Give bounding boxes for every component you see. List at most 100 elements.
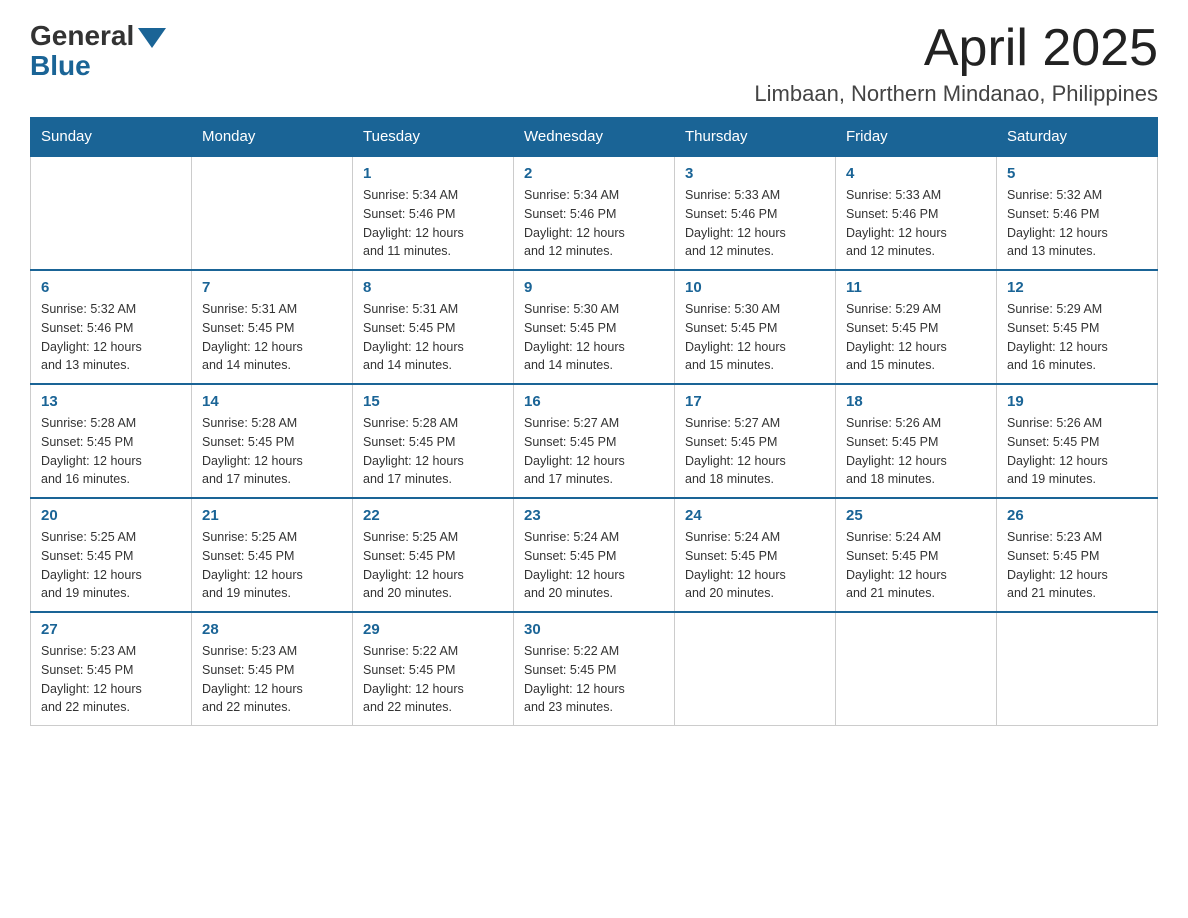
day-header-friday: Friday	[836, 118, 997, 157]
day-header-sunday: Sunday	[31, 118, 192, 157]
day-number: 13	[41, 393, 181, 410]
calendar-cell: 22 Sunrise: 5:25 AM Sunset: 5:45 PM Dayli…	[353, 498, 514, 612]
day-number: 22	[363, 507, 503, 524]
calendar-cell: 17 Sunrise: 5:27 AM Sunset: 5:45 PM Dayli…	[675, 384, 836, 498]
day-number: 16	[524, 393, 664, 410]
day-number: 4	[846, 165, 986, 182]
day-info: Sunrise: 5:33 AM Sunset: 5:46 PM Dayligh…	[846, 186, 986, 261]
day-number: 5	[1007, 165, 1147, 182]
day-number: 17	[685, 393, 825, 410]
calendar-cell: 19 Sunrise: 5:26 AM Sunset: 5:45 PM Dayli…	[997, 384, 1158, 498]
calendar-table: SundayMondayTuesdayWednesdayThursdayFrid…	[30, 117, 1158, 726]
day-number: 1	[363, 165, 503, 182]
day-number: 25	[846, 507, 986, 524]
week-row-3: 13 Sunrise: 5:28 AM Sunset: 5:45 PM Dayli…	[31, 384, 1158, 498]
day-header-saturday: Saturday	[997, 118, 1158, 157]
day-number: 21	[202, 507, 342, 524]
day-header-wednesday: Wednesday	[514, 118, 675, 157]
calendar-cell: 8 Sunrise: 5:31 AM Sunset: 5:45 PM Daylig…	[353, 270, 514, 384]
day-info: Sunrise: 5:26 AM Sunset: 5:45 PM Dayligh…	[1007, 414, 1147, 489]
day-info: Sunrise: 5:27 AM Sunset: 5:45 PM Dayligh…	[685, 414, 825, 489]
calendar-cell: 10 Sunrise: 5:30 AM Sunset: 5:45 PM Dayli…	[675, 270, 836, 384]
day-info: Sunrise: 5:25 AM Sunset: 5:45 PM Dayligh…	[363, 528, 503, 603]
calendar-cell: 13 Sunrise: 5:28 AM Sunset: 5:45 PM Dayli…	[31, 384, 192, 498]
week-row-2: 6 Sunrise: 5:32 AM Sunset: 5:46 PM Daylig…	[31, 270, 1158, 384]
calendar-cell: 30Sunrise: 5:22 AM Sunset: 5:45 PM Dayli…	[514, 612, 675, 726]
day-info: Sunrise: 5:30 AM Sunset: 5:45 PM Dayligh…	[685, 300, 825, 375]
day-number: 11	[846, 279, 986, 296]
day-info: Sunrise: 5:29 AM Sunset: 5:45 PM Dayligh…	[846, 300, 986, 375]
day-info: Sunrise: 5:22 AM Sunset: 5:45 PM Dayligh…	[363, 642, 503, 717]
calendar-cell: 23Sunrise: 5:24 AM Sunset: 5:45 PM Dayli…	[514, 498, 675, 612]
calendar-cell	[675, 612, 836, 726]
day-number: 26	[1007, 507, 1147, 524]
day-number: 10	[685, 279, 825, 296]
calendar-cell: 24 Sunrise: 5:24 AM Sunset: 5:45 PM Dayli…	[675, 498, 836, 612]
day-info: Sunrise: 5:32 AM Sunset: 5:46 PM Dayligh…	[41, 300, 181, 375]
day-info: Sunrise: 5:34 AM Sunset: 5:46 PM Dayligh…	[524, 186, 664, 261]
calendar-cell	[997, 612, 1158, 726]
day-info: Sunrise: 5:32 AM Sunset: 5:46 PM Dayligh…	[1007, 186, 1147, 261]
month-title: April 2025	[754, 20, 1158, 77]
day-info: Sunrise: 5:22 AM Sunset: 5:45 PM Dayligh…	[524, 642, 664, 717]
calendar-cell	[31, 156, 192, 270]
day-info: Sunrise: 5:28 AM Sunset: 5:45 PM Dayligh…	[363, 414, 503, 489]
day-number: 12	[1007, 279, 1147, 296]
day-info: Sunrise: 5:33 AM Sunset: 5:46 PM Dayligh…	[685, 186, 825, 261]
day-info: Sunrise: 5:27 AM Sunset: 5:45 PM Dayligh…	[524, 414, 664, 489]
calendar-cell: 18Sunrise: 5:26 AM Sunset: 5:45 PM Dayli…	[836, 384, 997, 498]
calendar-cell: 9 Sunrise: 5:30 AM Sunset: 5:45 PM Daylig…	[514, 270, 675, 384]
calendar-cell: 6 Sunrise: 5:32 AM Sunset: 5:46 PM Daylig…	[31, 270, 192, 384]
day-info: Sunrise: 5:24 AM Sunset: 5:45 PM Dayligh…	[524, 528, 664, 603]
day-info: Sunrise: 5:24 AM Sunset: 5:45 PM Dayligh…	[846, 528, 986, 603]
calendar-cell: 20 Sunrise: 5:25 AM Sunset: 5:45 PM Dayli…	[31, 498, 192, 612]
location-title: Limbaan, Northern Mindanao, Philippines	[754, 81, 1158, 107]
day-header-tuesday: Tuesday	[353, 118, 514, 157]
calendar-cell: 16 Sunrise: 5:27 AM Sunset: 5:45 PM Dayli…	[514, 384, 675, 498]
calendar-cell	[192, 156, 353, 270]
day-number: 2	[524, 165, 664, 182]
calendar-cell: 28Sunrise: 5:23 AM Sunset: 5:45 PM Dayli…	[192, 612, 353, 726]
calendar-cell: 5 Sunrise: 5:32 AM Sunset: 5:46 PM Daylig…	[997, 156, 1158, 270]
calendar-cell: 29 Sunrise: 5:22 AM Sunset: 5:45 PM Dayli…	[353, 612, 514, 726]
calendar-cell: 1Sunrise: 5:34 AM Sunset: 5:46 PM Daylig…	[353, 156, 514, 270]
logo-arrow-icon	[138, 28, 166, 48]
calendar-cell	[836, 612, 997, 726]
calendar-cell: 25 Sunrise: 5:24 AM Sunset: 5:45 PM Dayli…	[836, 498, 997, 612]
day-info: Sunrise: 5:28 AM Sunset: 5:45 PM Dayligh…	[41, 414, 181, 489]
day-number: 15	[363, 393, 503, 410]
day-number: 8	[363, 279, 503, 296]
day-number: 18	[846, 393, 986, 410]
day-info: Sunrise: 5:31 AM Sunset: 5:45 PM Dayligh…	[202, 300, 342, 375]
day-number: 29	[363, 621, 503, 638]
calendar-cell: 12Sunrise: 5:29 AM Sunset: 5:45 PM Dayli…	[997, 270, 1158, 384]
day-number: 20	[41, 507, 181, 524]
day-number: 6	[41, 279, 181, 296]
day-info: Sunrise: 5:31 AM Sunset: 5:45 PM Dayligh…	[363, 300, 503, 375]
calendar-cell: 14Sunrise: 5:28 AM Sunset: 5:45 PM Dayli…	[192, 384, 353, 498]
day-info: Sunrise: 5:30 AM Sunset: 5:45 PM Dayligh…	[524, 300, 664, 375]
page-header: General Blue April 2025 Limbaan, Norther…	[30, 20, 1158, 107]
day-header-thursday: Thursday	[675, 118, 836, 157]
calendar-cell: 15 Sunrise: 5:28 AM Sunset: 5:45 PM Dayli…	[353, 384, 514, 498]
logo-blue-text: Blue	[30, 50, 91, 82]
day-info: Sunrise: 5:25 AM Sunset: 5:45 PM Dayligh…	[202, 528, 342, 603]
day-number: 27	[41, 621, 181, 638]
day-number: 9	[524, 279, 664, 296]
day-number: 7	[202, 279, 342, 296]
day-info: Sunrise: 5:23 AM Sunset: 5:45 PM Dayligh…	[41, 642, 181, 717]
day-info: Sunrise: 5:24 AM Sunset: 5:45 PM Dayligh…	[685, 528, 825, 603]
calendar-cell: 4 Sunrise: 5:33 AM Sunset: 5:46 PM Daylig…	[836, 156, 997, 270]
day-number: 3	[685, 165, 825, 182]
week-row-1: 1 Sunrise: 5:34 AM Sunset: 5:46 PM Daylig…	[31, 156, 1158, 270]
day-number: 19	[1007, 393, 1147, 410]
week-row-5: 27 Sunrise: 5:23 AM Sunset: 5:45 PM Dayli…	[31, 612, 1158, 726]
day-number: 24	[685, 507, 825, 524]
day-number: 28	[202, 621, 342, 638]
calendar-cell: 2 Sunrise: 5:34 AM Sunset: 5:46 PM Daylig…	[514, 156, 675, 270]
week-row-4: 20 Sunrise: 5:25 AM Sunset: 5:45 PM Dayli…	[31, 498, 1158, 612]
calendar-cell: 3 Sunrise: 5:33 AM Sunset: 5:46 PM Daylig…	[675, 156, 836, 270]
day-info: Sunrise: 5:25 AM Sunset: 5:45 PM Dayligh…	[41, 528, 181, 603]
logo-general-text: General	[30, 20, 134, 52]
calendar-cell: 21 Sunrise: 5:25 AM Sunset: 5:45 PM Dayli…	[192, 498, 353, 612]
